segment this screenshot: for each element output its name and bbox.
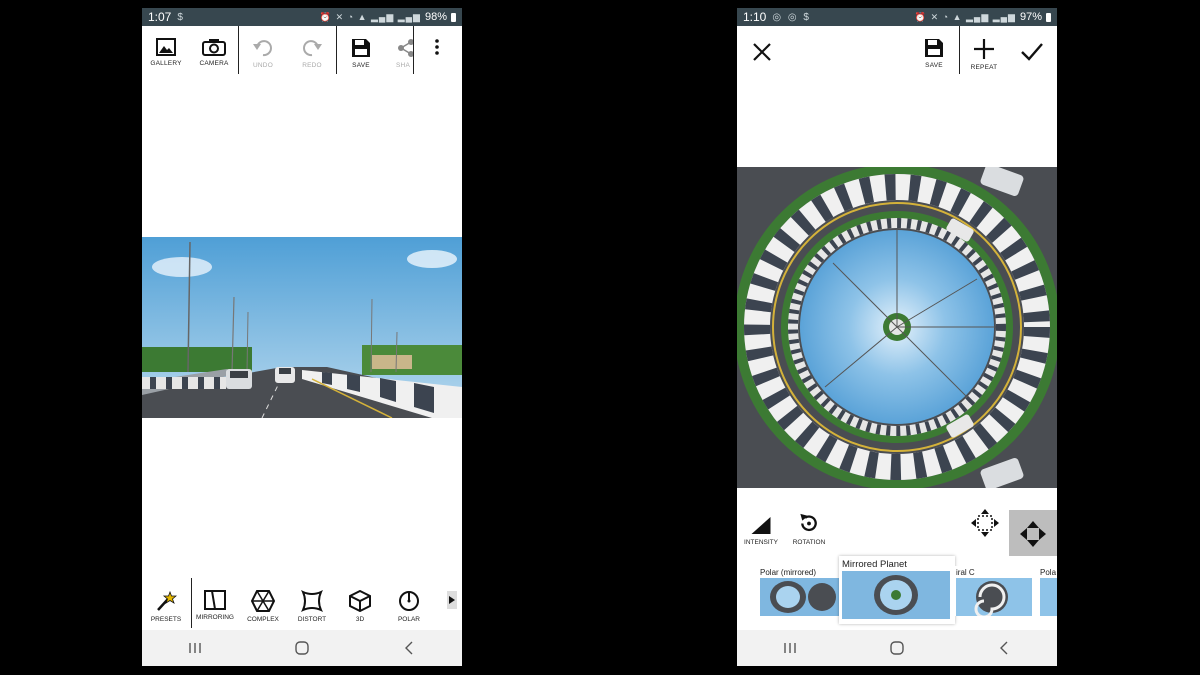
- notification-icons: ◎ ◎ $: [772, 11, 811, 23]
- close-button[interactable]: [739, 26, 785, 80]
- preset-thumbnail: [956, 578, 1032, 616]
- more-tools-button[interactable]: [442, 580, 462, 628]
- status-time: 1:10: [743, 10, 767, 24]
- home-button[interactable]: [877, 633, 917, 663]
- signal-wifi-icons: ⏰ ✕ ◔ ▲ ▂▄▆ ▂▄▆: [914, 11, 1016, 22]
- mirroring-icon: [204, 590, 226, 610]
- intensity-button[interactable]: INTENSITY: [737, 498, 785, 546]
- preset-thumbnail: [760, 578, 840, 616]
- toolbar-divider: [959, 26, 960, 74]
- home-icon: [890, 641, 904, 655]
- magic-wand-icon: [157, 590, 177, 611]
- intensity-icon: [751, 516, 771, 535]
- status-bar: 1:07 $ ⏰ ✕ ◔ ▲ ▂▄▆ ▂▄▆ 98%: [142, 8, 462, 26]
- notification-icons: $: [177, 11, 185, 23]
- top-toolbar: GALLERY CAMERA UNDO REDO SAVE SHA: [142, 26, 462, 80]
- signal-wifi-icons: ⏰ ✕ ◔ ▲ ▂▄▆ ▂▄▆: [319, 11, 421, 22]
- more-options-button[interactable]: [422, 26, 452, 80]
- play-icon: [447, 591, 457, 609]
- more-vert-icon: [435, 39, 439, 55]
- distort-icon: [301, 590, 323, 612]
- rotation-button[interactable]: ROTATION: [785, 498, 833, 546]
- save-button[interactable]: SAVE: [338, 26, 384, 80]
- battery-icon: [451, 12, 456, 22]
- recents-icon: [189, 643, 202, 653]
- battery-percent: 98%: [424, 11, 447, 23]
- camera-icon: [202, 39, 226, 56]
- apply-button[interactable]: [1009, 26, 1055, 80]
- close-icon: [753, 43, 771, 61]
- presets-button[interactable]: PRESETS: [142, 580, 190, 628]
- floppy-icon: [352, 39, 370, 57]
- save-button[interactable]: SAVE: [911, 26, 957, 80]
- move-tool-button[interactable]: [961, 498, 1009, 546]
- distort-button[interactable]: DISTORT: [288, 580, 336, 628]
- preset-thumbnail: [842, 571, 950, 619]
- battery-icon: [1046, 12, 1051, 22]
- android-nav-bar: [142, 630, 462, 666]
- image-icon: [156, 38, 176, 56]
- effect-controls-bar: INTENSITY ROTATION: [737, 498, 1057, 558]
- fit-arrows-icon: [1020, 521, 1046, 547]
- preset-thumbnail: [1040, 578, 1057, 616]
- toolbar-divider: [336, 26, 337, 74]
- fit-tool-button[interactable]: [1009, 510, 1057, 558]
- gallery-button[interactable]: GALLERY: [143, 26, 189, 80]
- check-icon: [1021, 43, 1043, 61]
- back-icon: [999, 641, 1008, 655]
- rotation-icon: [800, 513, 817, 532]
- recents-button[interactable]: [175, 633, 215, 663]
- cube-icon: [349, 590, 371, 612]
- redo-icon: [303, 40, 322, 57]
- android-nav-bar: [737, 630, 1057, 666]
- complex-icon: [251, 590, 275, 612]
- floppy-icon: [925, 39, 943, 57]
- repeat-button[interactable]: REPEAT: [961, 26, 1007, 80]
- camera-button[interactable]: CAMERA: [191, 26, 237, 80]
- polar-icon: [399, 591, 419, 611]
- home-icon: [295, 641, 309, 655]
- mirroring-button[interactable]: MIRRORING: [191, 580, 239, 628]
- effect-preview[interactable]: [737, 167, 1057, 488]
- effect-toolbar: SAVE REPEAT: [737, 26, 1057, 80]
- redo-button[interactable]: REDO: [289, 26, 335, 80]
- home-button[interactable]: [282, 633, 322, 663]
- source-photo[interactable]: [142, 237, 462, 418]
- polar-button[interactable]: POLAR: [385, 580, 433, 628]
- back-icon: [404, 641, 413, 655]
- undo-button[interactable]: UNDO: [240, 26, 286, 80]
- battery-percent: 97%: [1019, 11, 1042, 23]
- preset-mirrored-planet[interactable]: Mirrored Planet: [839, 556, 955, 624]
- preset-strip: Polar (mirrored) Mirrored Planet iral C: [737, 556, 1057, 628]
- back-button[interactable]: [389, 633, 429, 663]
- share-icon: [398, 39, 413, 57]
- preset-polar[interactable]: Pola: [1037, 566, 1057, 616]
- 3d-button[interactable]: 3D: [336, 580, 384, 628]
- status-bar: 1:10 ◎ ◎ $ ⏰ ✕ ◔ ▲ ▂▄▆ ▂▄▆ 97%: [737, 8, 1057, 26]
- preset-spiral[interactable]: iral C: [953, 566, 1035, 616]
- plus-icon: [974, 39, 994, 59]
- share-button[interactable]: SHA: [385, 26, 413, 80]
- recents-icon: [784, 643, 797, 653]
- undo-icon: [253, 40, 272, 57]
- recents-button[interactable]: [770, 633, 810, 663]
- move-arrows-icon: [971, 509, 999, 537]
- effect-categories-bar: PRESETS MIRRORING COMPLEX DISTORT 3D POL…: [142, 578, 462, 634]
- toolbar-divider: [413, 26, 414, 74]
- status-time: 1:07: [148, 10, 172, 24]
- back-button[interactable]: [984, 633, 1024, 663]
- toolbar-divider: [238, 26, 239, 74]
- preset-polar-mirrored[interactable]: Polar (mirrored): [757, 566, 843, 616]
- left-screen: 1:07 $ ⏰ ✕ ◔ ▲ ▂▄▆ ▂▄▆ 98% GALLERY CAMER…: [142, 8, 462, 666]
- complex-button[interactable]: COMPLEX: [239, 580, 287, 628]
- right-screen: 1:10 ◎ ◎ $ ⏰ ✕ ◔ ▲ ▂▄▆ ▂▄▆ 97% SAVE REPE…: [737, 8, 1057, 666]
